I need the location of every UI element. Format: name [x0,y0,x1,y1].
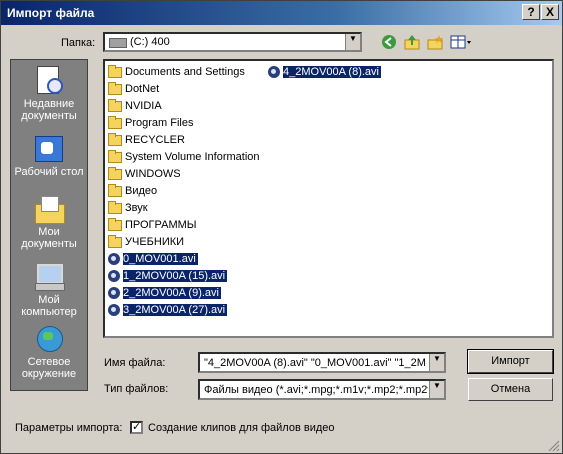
place-label: Рабочий стол [14,166,84,178]
filetype-select[interactable]: Файлы видео (*.avi;*.mpg;*.m1v;*.mp2;*.m… [198,379,446,400]
resize-grip-icon[interactable] [547,439,560,452]
title-bar[interactable]: Импорт файла ? X [1,1,562,25]
list-item[interactable]: WINDOWS [108,166,181,182]
folder-icon [108,183,122,197]
list-item[interactable]: RECYCLER [108,132,185,148]
new-folder-icon[interactable] [426,34,444,50]
back-icon[interactable] [380,34,398,50]
list-item[interactable]: Program Files [108,115,193,131]
file-list[interactable]: Documents and Settings DotNet NVIDIA Pro… [103,59,554,338]
list-item[interactable]: DotNet [108,81,159,97]
list-item[interactable]: Documents and Settings [108,64,245,80]
places-my-documents[interactable]: Мои документы [11,194,87,250]
place-label: Сетевое окружение [21,356,77,380]
filename-input[interactable]: "4_2MOV00A (8).avi" "0_MOV001.avi" "1_2M… [198,352,446,373]
create-clips-label: Создание клипов для файлов видео [148,422,335,434]
filetype-label: Тип файлов: [104,383,169,395]
list-item[interactable]: System Volume Information [108,149,260,165]
places-desktop[interactable]: Рабочий стол [11,134,87,178]
chevron-down-icon[interactable]: ▼ [429,381,444,398]
video-file-icon [108,253,120,266]
list-item[interactable]: ПРОГРАММЫ [108,217,197,233]
filename-label: Имя файла: [104,357,166,369]
video-file-icon [108,287,120,300]
list-item-selected[interactable]: 2_2MOV00A (9).avi [108,285,221,301]
video-file-icon [108,270,120,283]
import-file-dialog: Импорт файла ? X Папка: (C:) 400 ▼ Недав… [0,0,563,454]
list-item-selected[interactable]: 4_2MOV00A (8).avi [268,64,382,80]
look-in-combo[interactable]: (C:) 400 ▼ [103,32,362,52]
places-recent[interactable]: Недавние документы [11,66,87,122]
folder-icon [108,64,122,78]
my-documents-icon [33,194,65,224]
up-folder-icon[interactable] [403,34,421,50]
filename-value: "4_2MOV00A (8).avi" "0_MOV001.avi" "1_2M [204,357,426,369]
list-item[interactable]: NVIDIA [108,98,162,114]
folder-icon [108,166,122,180]
video-file-icon [268,66,280,79]
folder-icon [108,234,122,248]
list-item[interactable]: Звук [108,200,148,216]
folder-icon [108,98,122,112]
desktop-icon [33,134,65,164]
folder-icon [108,132,122,146]
folder-icon [108,81,122,95]
folder-icon [108,217,122,231]
folder-icon [108,200,122,214]
list-item-selected[interactable]: 3_2MOV00A (27).avi [108,302,228,318]
filetype-value: Файлы видео (*.avi;*.mpg;*.m1v;*.mp2;*.m… [204,384,428,396]
list-item[interactable]: УЧЕБНИКИ [108,234,184,250]
places-network[interactable]: Сетевое окружение [11,324,87,380]
import-options-label: Параметры импорта: [15,422,123,434]
drive-icon [109,38,127,48]
create-clips-checkbox[interactable]: ✓ [130,421,143,434]
places-my-computer[interactable]: Мой компьютер [11,262,87,318]
my-computer-icon [33,262,65,292]
cancel-button[interactable]: Отмена [468,378,553,401]
list-item[interactable]: Видео [108,183,157,199]
place-label: Недавние документы [21,98,77,122]
list-item-selected[interactable]: 0_MOV001.avi [108,251,198,267]
places-bar: Недавние документы Рабочий стол Мои доку… [10,59,88,391]
video-file-icon [108,304,120,317]
folder-icon [108,149,122,163]
chevron-down-icon[interactable]: ▼ [429,354,444,371]
import-button[interactable]: Импорт [467,349,554,374]
views-menu-icon[interactable] [450,34,472,50]
window-title: Импорт файла [7,6,95,20]
place-label: Мой компьютер [21,294,77,318]
place-label: Мои документы [21,226,77,250]
folder-icon [108,115,122,129]
list-item-selected[interactable]: 1_2MOV00A (15).avi [108,268,228,284]
help-button[interactable]: ? [522,4,540,20]
close-button[interactable]: X [541,4,559,20]
chevron-down-icon[interactable]: ▼ [345,34,360,50]
network-icon [33,324,65,354]
recent-documents-icon [33,66,65,96]
look-in-label: Папка: [61,37,96,49]
look-in-value: (C:) 400 [130,36,170,48]
